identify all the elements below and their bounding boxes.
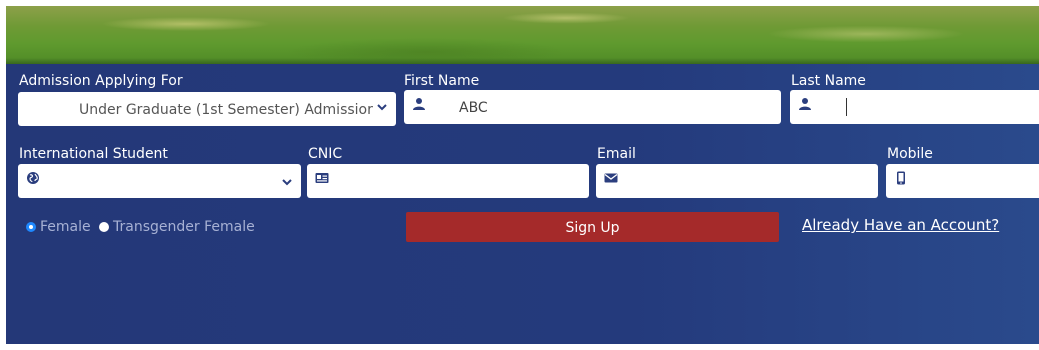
- last-name-label: Last Name: [791, 73, 866, 89]
- email-label: Email: [597, 146, 636, 162]
- admission-select[interactable]: Under Graduate (1st Semester) Admissior: [18, 92, 396, 126]
- sign-up-button[interactable]: Sign Up: [406, 212, 779, 242]
- radio-female[interactable]: [26, 222, 36, 232]
- globe-icon: [27, 172, 39, 184]
- signup-frame: Admission Applying For Under Graduate (1…: [6, 6, 1039, 344]
- user-icon: [413, 98, 425, 110]
- user-icon: [799, 98, 811, 110]
- chevron-down-icon: [377, 104, 387, 111]
- mobile-label: Mobile: [887, 146, 933, 162]
- cnic-label: CNIC: [308, 146, 343, 162]
- first-name-field[interactable]: ABC: [404, 90, 781, 124]
- text-cursor: [846, 98, 847, 116]
- international-label: International Student: [19, 146, 168, 162]
- cnic-field[interactable]: [307, 164, 589, 198]
- mobile-field[interactable]: [886, 164, 1039, 198]
- radio-transgender-female[interactable]: [99, 222, 109, 232]
- first-name-label: First Name: [404, 73, 480, 89]
- email-field[interactable]: [596, 164, 878, 198]
- chevron-down-icon: [282, 179, 292, 186]
- radio-female-label: Female: [40, 219, 91, 235]
- international-select[interactable]: [18, 164, 301, 198]
- admission-value: Under Graduate (1st Semester) Admissior: [79, 102, 373, 118]
- signup-panel: Admission Applying For Under Graduate (1…: [6, 64, 1039, 344]
- grass-banner-image: [6, 6, 1039, 64]
- id-card-icon: [315, 173, 329, 183]
- mobile-phone-icon: [897, 171, 905, 185]
- admission-label: Admission Applying For: [19, 73, 183, 89]
- first-name-value: ABC: [459, 100, 488, 116]
- envelope-icon: [604, 173, 618, 183]
- radio-transgender-female-label: Transgender Female: [113, 219, 255, 235]
- already-have-account-link[interactable]: Already Have an Account?: [802, 216, 999, 234]
- last-name-field[interactable]: [790, 90, 1039, 124]
